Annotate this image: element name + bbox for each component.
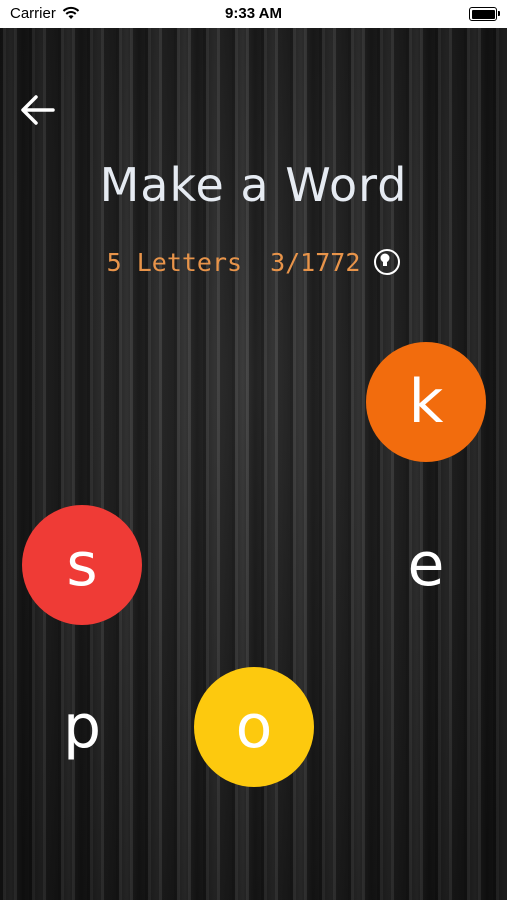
letter-tile-o[interactable]: o (194, 667, 314, 787)
letter-tile-p[interactable]: p (22, 667, 142, 787)
letter-o-label: o (235, 692, 273, 762)
lightbulb-icon (380, 253, 390, 266)
puzzle-info: 5 Letters 3/1772 (0, 246, 507, 277)
back-button[interactable] (18, 92, 58, 128)
page-title: Make a Word (99, 158, 408, 212)
letter-tile-e[interactable]: e (366, 505, 486, 625)
word-length-label: 5 Letters (106, 247, 243, 277)
letter-p-label: p (62, 692, 102, 762)
letter-tile-k[interactable]: k (366, 342, 486, 462)
progress-counter: 3/1772 (270, 247, 361, 277)
hint-button[interactable] (374, 249, 401, 275)
status-bar: Carrier 9:33 AM (0, 0, 507, 28)
letter-tile-s[interactable]: s (22, 505, 142, 625)
letter-s-label: s (66, 530, 98, 600)
arrow-left-icon (21, 95, 55, 125)
letter-e-label: e (407, 530, 445, 600)
battery-icon (469, 7, 500, 21)
clock: 9:33 AM (225, 5, 282, 22)
letter-k-label: k (408, 367, 444, 437)
